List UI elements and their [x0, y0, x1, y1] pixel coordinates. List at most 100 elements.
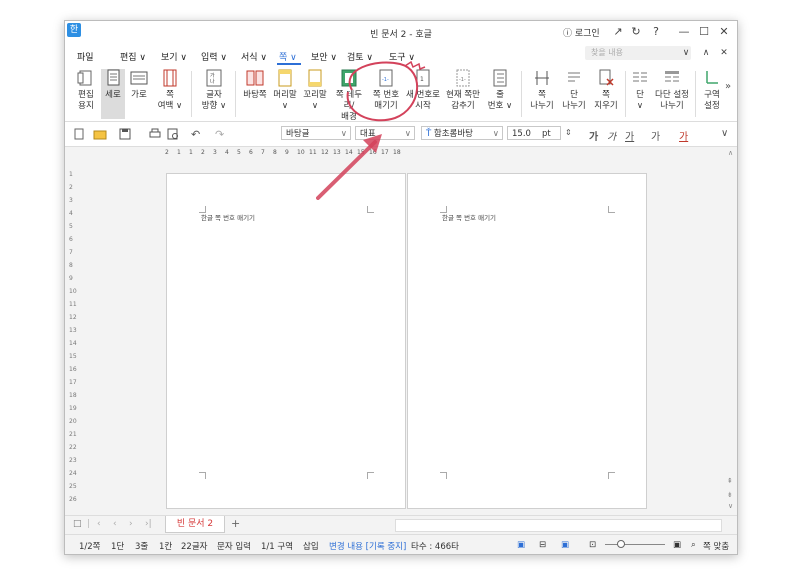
underline-button[interactable]: 가: [625, 128, 634, 143]
font-color-button[interactable]: 가: [679, 128, 688, 143]
print-icon[interactable]: [149, 128, 161, 143]
ruler-tick-label: 4: [69, 210, 73, 217]
delete-page-button[interactable]: 쪽 지우기: [591, 69, 621, 119]
font-size-input[interactable]: 15.0 pt: [507, 126, 561, 140]
collapse-ribbon-icon[interactable]: ∧: [699, 48, 713, 58]
menu-security[interactable]: 보안 ∨: [311, 50, 337, 63]
master-page-icon: [246, 69, 264, 87]
web-view-icon[interactable]: ⊟: [539, 540, 546, 550]
tab-list-icon[interactable]: □: [73, 519, 82, 529]
login-button[interactable]: ⓘ 로그인: [563, 26, 600, 39]
style-select[interactable]: 바탕글 ∨: [281, 126, 351, 140]
scroll-up-icon[interactable]: ∧: [728, 149, 733, 157]
search-input[interactable]: 찾을 내용: [585, 46, 691, 60]
tab-prev-icon[interactable]: ‹: [113, 519, 117, 529]
menu-tools[interactable]: 도구 ∨: [389, 50, 415, 63]
horizontal-scrollbar[interactable]: [395, 519, 722, 532]
italic-button[interactable]: 가: [607, 128, 616, 143]
language-select[interactable]: 대표 ∨: [355, 126, 415, 140]
zoom-slider-thumb[interactable]: [617, 540, 625, 548]
status-insert[interactable]: 삽입: [303, 540, 319, 552]
menu-page[interactable]: 쪽 ∨: [279, 50, 297, 63]
multi-column-button[interactable]: 다단 설정 나누기: [653, 69, 691, 119]
document-page-1[interactable]: 한글 쪽 번호 매기기: [166, 173, 406, 509]
footer-button[interactable]: 꼬리말 ∨: [301, 69, 329, 119]
scroll-down-icon[interactable]: ∨: [728, 502, 733, 510]
page-border-icon: [340, 69, 358, 87]
open-folder-icon[interactable]: [93, 128, 107, 143]
page-number-button[interactable]: -1- 쪽 번호 매기기: [369, 69, 403, 119]
menu-input[interactable]: 입력 ∨: [201, 50, 227, 63]
ruler-tick-label: 25: [69, 483, 77, 490]
tab-doc-2[interactable]: 빈 문서 2: [165, 516, 225, 533]
ruler-tick-label: 16: [369, 149, 377, 156]
document-page-2[interactable]: 한글 쪽 번호 매기기: [407, 173, 647, 509]
ruler-tick-label: 19: [69, 405, 77, 412]
status-chars: 22글자: [181, 542, 208, 552]
minimize-icon[interactable]: —: [677, 25, 691, 38]
ruler-tick-label: 7: [261, 149, 265, 156]
zoom-fit-label[interactable]: 쪽 맞춤: [703, 540, 729, 552]
preview-icon[interactable]: [167, 128, 179, 143]
page-margin-button[interactable]: 쪽 여백 ∨: [155, 69, 185, 119]
page-up-icon[interactable]: ⇞: [727, 477, 733, 485]
zoom-slider[interactable]: [605, 544, 665, 545]
zoom-fit-icon[interactable]: ⊡: [589, 540, 596, 550]
margin-corner: [440, 472, 447, 479]
expand-icon[interactable]: ↗: [611, 25, 625, 38]
zoom-page-icon[interactable]: ▣: [673, 540, 681, 550]
refresh-icon[interactable]: ↻: [629, 25, 643, 38]
menu-review[interactable]: 검토 ∨: [347, 50, 373, 63]
hide-current-page-button[interactable]: -1- 현재 쪽만 감추기: [443, 69, 483, 119]
toolbar-more-icon[interactable]: ∨: [721, 128, 728, 139]
line-number-button[interactable]: 줄 번호 ∨: [485, 69, 515, 119]
close-doc-icon[interactable]: ✕: [717, 48, 731, 58]
font-size-stepper[interactable]: ⇕: [565, 128, 572, 137]
ruler-tick-label: 20: [69, 418, 77, 425]
page-border-button[interactable]: 쪽 테두리/배경: [331, 69, 367, 122]
column-break-button[interactable]: 단 나누기: [559, 69, 589, 119]
search-dropdown-icon[interactable]: ∨: [679, 48, 693, 58]
text-direction-button[interactable]: 가나 글자 방향 ∨: [199, 69, 229, 119]
status-bar: 1/2쪽 1단 3줄 1칸 22글자 문자 입력 1/1 구역 삽입 변경 내용…: [65, 534, 737, 554]
vertical-scrollbar[interactable]: ∧ ⇞ ⇟ ∨: [726, 147, 737, 513]
page-view-icon[interactable]: ▣: [561, 540, 569, 550]
bold-button[interactable]: 가: [589, 128, 598, 143]
font-select[interactable]: Ť 함초롬바탕 ∨: [421, 126, 503, 140]
portrait-button[interactable]: 세로: [101, 69, 125, 119]
help-icon[interactable]: ?: [649, 25, 663, 38]
new-number-button[interactable]: 1 새 번호로 시작: [405, 69, 441, 119]
tab-next-icon[interactable]: ›: [129, 519, 133, 529]
menu-view[interactable]: 보기 ∨: [161, 50, 187, 63]
tab-last-icon[interactable]: ›|: [145, 519, 152, 529]
undo-icon[interactable]: ↶: [191, 128, 200, 141]
zoom-search-icon[interactable]: ⌕: [691, 540, 696, 550]
menu-edit[interactable]: 편집 ∨: [120, 50, 146, 63]
menu-format[interactable]: 서식 ∨: [241, 50, 267, 63]
page-body-text[interactable]: 한글 쪽 번호 매기기: [201, 212, 255, 222]
status-track-changes[interactable]: 변경 내용 [기록 중지]: [329, 540, 406, 552]
redo-icon[interactable]: ↷: [215, 128, 224, 141]
strikethrough-button[interactable]: 가: [651, 128, 660, 143]
page-setup-button[interactable]: 편집 용지: [71, 69, 101, 119]
page-down-icon[interactable]: ⇟: [727, 491, 733, 499]
close-icon[interactable]: ✕: [717, 25, 731, 38]
master-page-button[interactable]: 바탕쪽: [241, 69, 269, 119]
ruler-tick-label: 2: [69, 184, 73, 191]
add-tab-button[interactable]: +: [231, 517, 240, 530]
header-button[interactable]: 머리말 ∨: [271, 69, 299, 119]
menu-file[interactable]: 파일: [77, 50, 94, 63]
normal-view-icon[interactable]: ▣: [517, 540, 525, 550]
new-doc-icon[interactable]: [73, 128, 85, 143]
maximize-icon[interactable]: ☐: [697, 25, 711, 38]
landscape-button[interactable]: 가로: [125, 69, 153, 119]
save-icon[interactable]: [119, 128, 131, 143]
page-body-text[interactable]: 한글 쪽 번호 매기기: [442, 212, 496, 222]
tab-first-icon[interactable]: ‹: [97, 519, 101, 529]
status-page[interactable]: 1/2쪽: [79, 540, 101, 552]
ribbon-more-icon[interactable]: »: [725, 81, 731, 92]
page-break-button[interactable]: 쪽 나누기: [527, 69, 557, 119]
ruler-tick-label: 11: [69, 301, 77, 308]
section-settings-button[interactable]: 구역 설정: [699, 69, 725, 119]
columns-button[interactable]: 단 ∨: [629, 69, 651, 119]
